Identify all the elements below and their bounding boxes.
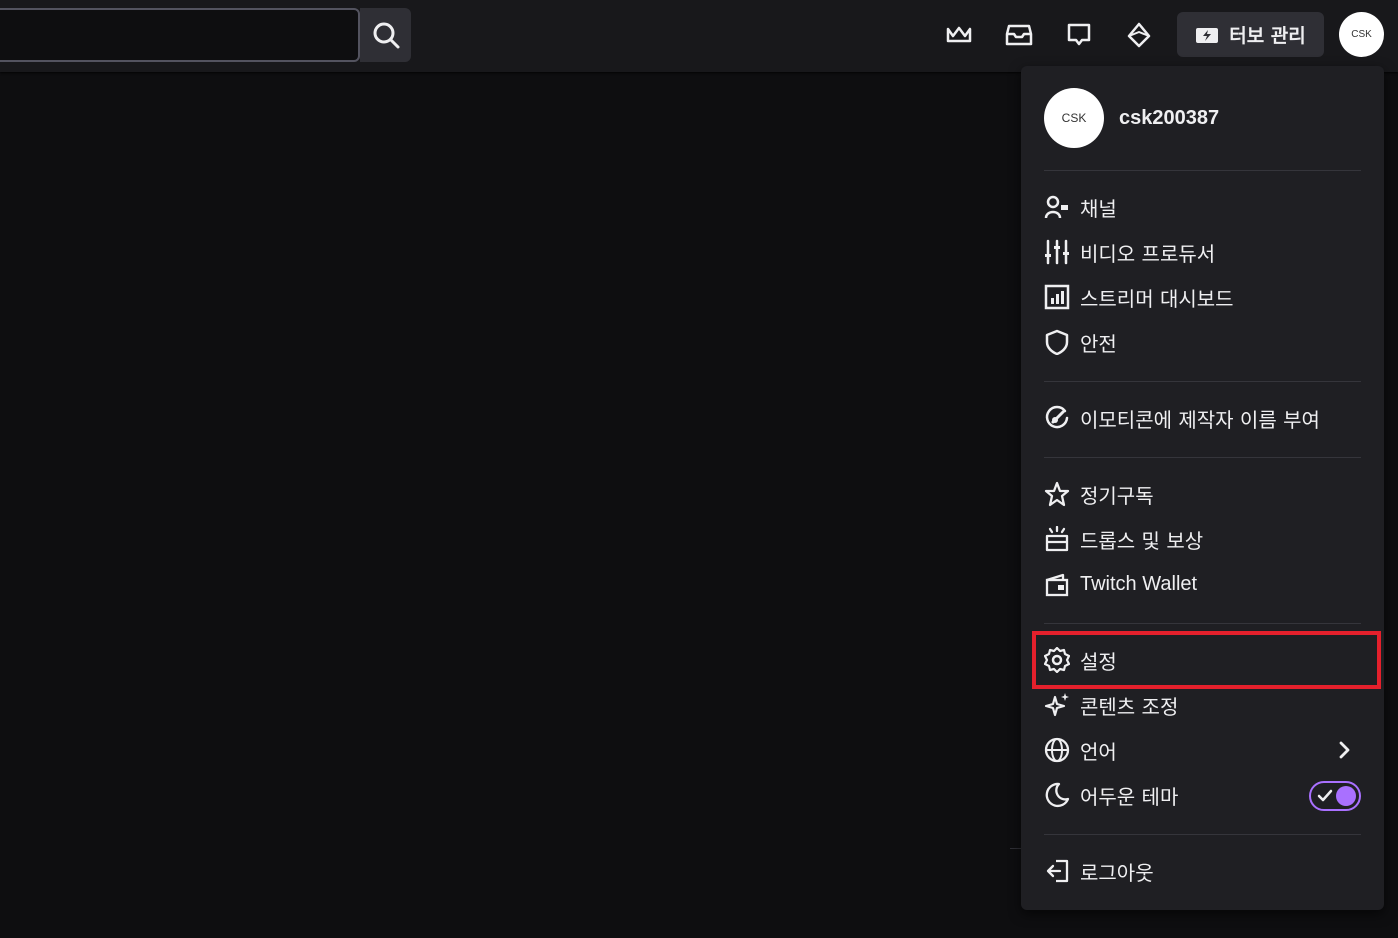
toggle-knob [1336, 786, 1356, 806]
search-icon [373, 22, 399, 49]
menu-divider [1044, 170, 1361, 171]
video-producer-icon [1045, 239, 1069, 265]
avatar-text: CSK [1061, 111, 1087, 125]
username: csk200387 [1119, 106, 1220, 129]
menu-item-subscriptions[interactable]: 정기구독 [1044, 474, 1361, 514]
menu-user-header: CSK csk200387 [1044, 88, 1219, 148]
menu-item-dark-theme[interactable]: 어두운 테마 [1044, 775, 1361, 815]
menu-item-language[interactable]: 언어 [1044, 730, 1361, 770]
menu-item-drops[interactable]: 드롭스 및 보상 [1044, 519, 1361, 559]
emote-attribution-icon [1045, 405, 1069, 429]
menu-item-content-adjust[interactable]: 콘텐츠 조정 [1044, 685, 1361, 725]
menu-item-label: 스트리머 대시보드 [1080, 286, 1234, 311]
turbo-icon [1196, 27, 1219, 43]
logout-icon [1046, 859, 1069, 883]
whispers-icon [1067, 23, 1091, 46]
menu-item-streamer-dashboard[interactable]: 스트리머 대시보드 [1044, 277, 1361, 317]
star-icon [1044, 481, 1070, 507]
turbo-manage-label: 터보 관리 [1229, 25, 1306, 47]
crown-icon [946, 26, 972, 43]
checkmark-icon [1317, 789, 1333, 802]
bits-icon [1127, 22, 1151, 48]
menu-item-label: 이모티콘에 제작자 이름 부여 [1080, 407, 1320, 432]
inbox-button[interactable] [999, 15, 1039, 55]
avatar-text: CSK [1351, 29, 1372, 40]
menu-item-wallet[interactable]: Twitch Wallet [1044, 564, 1361, 604]
dashboard-icon [1044, 284, 1070, 310]
dark-theme-toggle[interactable] [1309, 781, 1361, 811]
menu-item-label: 콘텐츠 조정 [1080, 694, 1179, 719]
menu-divider [1044, 623, 1361, 624]
user-avatar-button[interactable]: CSK [1339, 12, 1384, 57]
menu-divider [1044, 381, 1361, 382]
top-navigation-bar: 터보 관리 CSK [0, 0, 1398, 72]
menu-item-settings[interactable]: 설정 [1044, 640, 1361, 680]
menu-item-logout[interactable]: 로그아웃 [1044, 851, 1361, 891]
whispers-button[interactable] [1059, 15, 1099, 55]
avatar: CSK [1044, 88, 1104, 148]
moon-icon [1045, 782, 1070, 808]
menu-item-safety[interactable]: 안전 [1044, 322, 1361, 362]
menu-item-label: 설정 [1080, 649, 1117, 674]
menu-item-label: 비디오 프로듀서 [1080, 241, 1216, 266]
prime-crown-button[interactable] [939, 15, 979, 55]
inbox-icon [1005, 24, 1033, 46]
turbo-manage-button[interactable]: 터보 관리 [1177, 12, 1324, 57]
search-button[interactable] [360, 8, 411, 62]
menu-item-label: 정기구독 [1080, 483, 1154, 508]
search-input[interactable] [0, 8, 360, 62]
globe-icon [1044, 737, 1070, 763]
menu-item-channel[interactable]: 채널 [1044, 187, 1361, 227]
menu-item-label: 어두운 테마 [1080, 784, 1179, 809]
menu-item-label: 로그아웃 [1080, 860, 1154, 885]
menu-item-label: 언어 [1080, 739, 1117, 764]
user-dropdown-menu: CSK csk200387 채널 비디오 프로듀서 스트리머 대시보드 안전 이… [1021, 66, 1384, 910]
menu-divider [1044, 834, 1361, 835]
shield-icon [1045, 329, 1069, 355]
menu-item-label: Twitch Wallet [1080, 572, 1198, 595]
drops-icon [1045, 526, 1069, 552]
channel-icon [1044, 195, 1068, 219]
sparkle-icon [1044, 693, 1069, 717]
menu-item-label: 안전 [1080, 331, 1117, 356]
chevron-right-icon [1339, 741, 1350, 759]
menu-item-video-producer[interactable]: 비디오 프로듀서 [1044, 232, 1361, 272]
gear-icon [1044, 647, 1070, 673]
menu-item-label: 채널 [1080, 196, 1117, 221]
menu-item-emote-attribution[interactable]: 이모티콘에 제작자 이름 부여 [1044, 398, 1361, 438]
wallet-icon [1045, 573, 1069, 597]
bits-button[interactable] [1119, 15, 1159, 55]
menu-item-label: 드롭스 및 보상 [1080, 528, 1204, 553]
menu-divider [1044, 457, 1361, 458]
